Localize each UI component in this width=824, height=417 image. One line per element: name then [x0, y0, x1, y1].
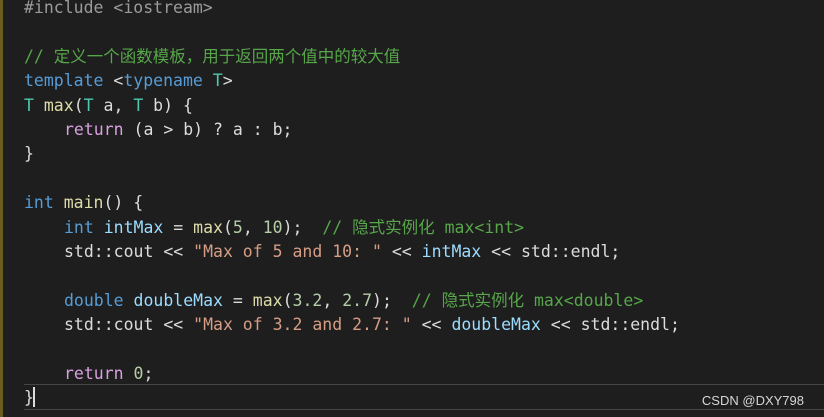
operator: <<	[381, 241, 422, 261]
comment: // 隐式实例化 max<double>	[411, 290, 644, 310]
code-line-13[interactable]: double doubleMax = max(3.2, 2.7); // 隐式实…	[24, 289, 824, 313]
keyword-return: return	[64, 363, 124, 383]
number-literal: 0	[123, 363, 144, 383]
punctuation: (	[222, 217, 233, 237]
punctuation: );	[282, 217, 323, 237]
comment: // 定义一个函数模板，用于返回两个值中的较大值	[24, 46, 401, 66]
keyword-int: int	[24, 193, 54, 213]
punctuation: ,	[322, 290, 343, 310]
number-literal: 2.7	[342, 290, 373, 310]
variable-name: intMax	[93, 217, 164, 237]
punctuation: (	[73, 95, 84, 115]
punctuation: <	[103, 71, 124, 91]
code-lines[interactable]: #include <iostream> // 定义一个函数模板，用于返回两个值中…	[24, 0, 824, 411]
param-name: a	[93, 95, 114, 115]
operator: =	[222, 290, 253, 310]
keyword-typename: typename	[123, 71, 203, 91]
type-param: T	[133, 95, 144, 115]
number-literal: 5	[232, 217, 243, 237]
operator: =	[163, 217, 194, 237]
include-directive: #include <iostream>	[24, 0, 213, 17]
operator: <<	[411, 315, 452, 335]
code-line-9[interactable]: int main() {	[24, 191, 824, 215]
watermark: CSDN @DXY798	[701, 393, 804, 408]
number-literal: 3.2	[292, 290, 323, 310]
punctuation: ,	[113, 95, 134, 115]
punctuation: ,	[242, 217, 263, 237]
code-line-15[interactable]	[24, 337, 824, 361]
type-param: T	[24, 95, 34, 115]
keyword-int: int	[64, 217, 94, 237]
code-line-7[interactable]: }	[24, 142, 824, 166]
code-line-14[interactable]: std::cout << "Max of 3.2 and 2.7: " << d…	[24, 313, 824, 337]
punctuation: ) {	[163, 95, 193, 115]
code-line-1[interactable]: #include <iostream>	[24, 0, 824, 20]
code-line-5[interactable]: T max(T a, T b) {	[24, 94, 824, 118]
expression: (a > b) ? a : b;	[123, 119, 293, 139]
code-line-8[interactable]	[24, 167, 824, 191]
function-name: main	[53, 193, 104, 213]
code-line-6[interactable]: return (a > b) ? a : b;	[24, 118, 824, 142]
string-literal: "Max of 5 and 10: "	[193, 241, 382, 261]
type-param: T	[83, 95, 94, 115]
code-line-2[interactable]	[24, 20, 824, 44]
change-tracking-bar	[0, 0, 3, 417]
punctuation: >	[222, 71, 233, 91]
code-line-16[interactable]: return 0;	[24, 362, 824, 386]
closing-brace: }	[24, 144, 34, 164]
type-param: T	[202, 71, 223, 91]
stream-expression: << std::endl;	[481, 241, 621, 261]
variable-name: doubleMax	[451, 315, 541, 335]
stream-expression: std::cout <<	[64, 315, 194, 335]
stream-expression: << std::endl;	[540, 315, 680, 335]
code-editor[interactable]: #include <iostream> // 定义一个函数模板，用于返回两个值中…	[0, 0, 824, 417]
text-cursor	[33, 387, 35, 407]
variable-name: doubleMax	[123, 290, 223, 310]
keyword-return: return	[64, 119, 124, 139]
punctuation: );	[372, 290, 412, 310]
punctuation: ;	[143, 363, 154, 383]
code-line-12[interactable]	[24, 264, 824, 288]
code-line-11[interactable]: std::cout << "Max of 5 and 10: " << intM…	[24, 240, 824, 264]
keyword-template: template	[24, 71, 104, 91]
string-literal: "Max of 3.2 and 2.7: "	[193, 315, 412, 335]
code-line-3[interactable]: // 定义一个函数模板，用于返回两个值中的较大值	[24, 45, 824, 69]
punctuation: (	[282, 290, 293, 310]
function-call: max	[252, 290, 283, 310]
stream-expression: std::cout <<	[64, 241, 194, 261]
function-call: max	[193, 217, 223, 237]
comment: // 隐式实例化 max<int>	[322, 217, 525, 237]
function-name: max	[33, 95, 74, 115]
number-literal: 10	[262, 217, 283, 237]
keyword-double: double	[64, 290, 124, 310]
code-line-10[interactable]: int intMax = max(5, 10); // 隐式实例化 max<in…	[24, 216, 824, 240]
param-name: b	[143, 95, 164, 115]
code-line-4[interactable]: template <typename T>	[24, 69, 824, 93]
variable-name: intMax	[421, 241, 482, 261]
punctuation: () {	[103, 193, 144, 213]
